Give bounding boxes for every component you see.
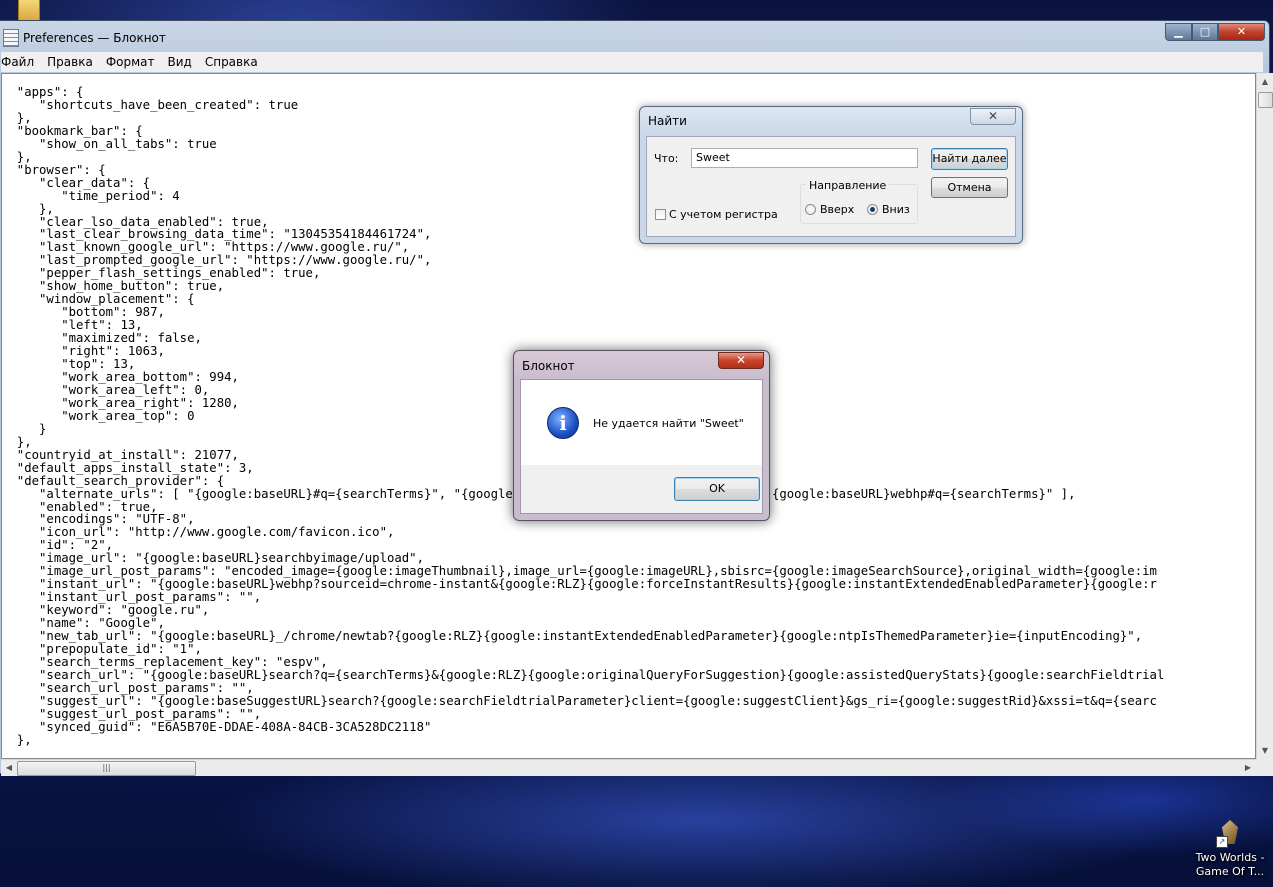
message-box-close-button[interactable]: ✕ <box>718 352 764 369</box>
ok-button[interactable]: OK <box>674 477 760 501</box>
menu-edit[interactable]: Правка <box>47 55 93 69</box>
close-window-button[interactable]: ✕ <box>1218 23 1265 41</box>
direction-down-radio[interactable]: Вниз <box>867 203 910 216</box>
direction-up-radio[interactable]: Вверх <box>805 203 854 216</box>
find-dialog-title: Найти <box>648 114 687 128</box>
menu-format[interactable]: Формат <box>106 55 155 69</box>
message-box-body: i Не удается найти "Sweet" OK <box>520 379 763 514</box>
desktop-shortcut-label-line1: Two Worlds - <box>1195 851 1265 864</box>
scroll-down-arrow-icon[interactable]: ▼ <box>1257 742 1273 759</box>
shortcut-arrow-icon: ↗ <box>1216 836 1228 848</box>
checkbox-unchecked-icon <box>655 209 666 220</box>
game-shortcut-icon: ↗ <box>1216 818 1244 848</box>
minimize-button[interactable]: ▁ <box>1165 23 1192 41</box>
notepad-app-icon <box>3 29 19 47</box>
scroll-right-arrow-icon[interactable]: ▶ <box>1240 760 1256 776</box>
match-case-label: С учетом регистра <box>669 208 778 221</box>
direction-label: Направление <box>806 179 890 192</box>
title-bar: Preferences — Блокнот <box>3 29 166 47</box>
menu-help[interactable]: Справка <box>205 55 258 69</box>
scroll-left-arrow-icon[interactable]: ◀ <box>1 760 17 776</box>
resize-grip[interactable] <box>1256 759 1273 776</box>
message-area: i Не удается найти "Sweet" <box>521 380 762 465</box>
horizontal-scroll-thumb[interactable]: ||| <box>17 761 196 776</box>
direction-down-label: Вниз <box>882 203 910 216</box>
maximize-button[interactable]: □ <box>1192 23 1218 41</box>
radio-selected-icon <box>867 204 878 215</box>
window-controls: ▁ □ ✕ <box>1165 23 1265 41</box>
horizontal-scrollbar[interactable]: ◀ ||| ▶ <box>1 759 1256 776</box>
window-title: Preferences — Блокнот <box>23 31 166 45</box>
message-box: Блокнот ✕ i Не удается найти "Sweet" OK <box>513 350 770 521</box>
find-dialog-close-button[interactable]: ✕ <box>970 108 1016 125</box>
find-next-button[interactable]: Найти далее <box>931 148 1008 170</box>
desktop-folder-icon[interactable] <box>18 0 40 21</box>
message-text: Не удается найти "Sweet" <box>593 417 744 430</box>
direction-up-label: Вверх <box>820 203 855 216</box>
find-what-label: Что: <box>654 152 679 165</box>
desktop-shortcut-two-worlds[interactable]: ↗ Two Worlds - Game Of T... <box>1190 818 1270 879</box>
cancel-button[interactable]: Отмена <box>931 177 1008 198</box>
find-dialog: Найти ✕ Что: Sweet Найти далее Отмена На… <box>639 106 1023 244</box>
menu-file[interactable]: Файл <box>1 55 34 69</box>
menu-view[interactable]: Вид <box>168 55 192 69</box>
desktop-shortcut-label-line2: Game Of T... <box>1195 865 1265 878</box>
menu-bar: Файл Правка Формат Вид Справка <box>1 52 1263 72</box>
radio-unselected-icon <box>805 204 816 215</box>
vertical-scrollbar[interactable]: ▲ ▼ <box>1256 73 1273 759</box>
message-box-title: Блокнот <box>522 359 575 373</box>
find-dialog-body: Что: Sweet Найти далее Отмена Направлени… <box>646 136 1016 237</box>
vertical-scroll-thumb[interactable] <box>1258 92 1273 108</box>
find-what-input[interactable]: Sweet <box>691 148 918 168</box>
match-case-checkbox[interactable]: С учетом регистра <box>655 208 778 221</box>
information-icon: i <box>547 407 579 439</box>
scroll-up-arrow-icon[interactable]: ▲ <box>1257 73 1273 90</box>
